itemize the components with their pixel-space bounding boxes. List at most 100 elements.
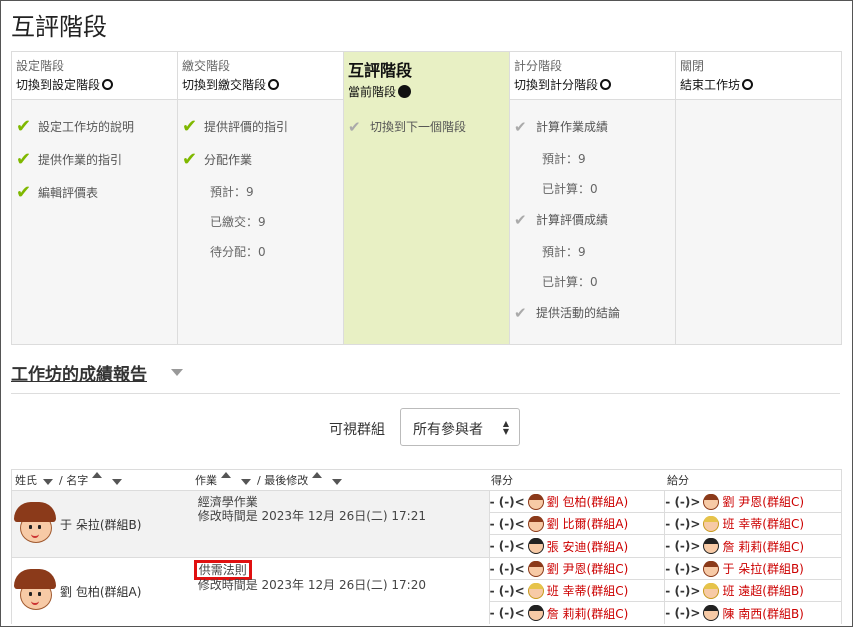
avatar xyxy=(14,502,56,543)
reviewer-link[interactable]: 詹 莉莉(群組C) xyxy=(547,605,629,622)
avatar xyxy=(703,582,720,599)
received-grade: - (-)< 劉 包柏(群組A) xyxy=(489,491,665,513)
reviewer-link[interactable]: 劉 尹恩(群組C) xyxy=(547,560,629,577)
sort-firstname[interactable]: / 名字 xyxy=(59,474,88,487)
task-detail: 預計：9 xyxy=(542,151,586,166)
avatar xyxy=(527,493,544,510)
check-icon: ✔ xyxy=(16,149,32,170)
sort-modified[interactable]: / 最後修改 xyxy=(257,474,308,487)
reviewer-link[interactable]: 劉 比爾(群組A) xyxy=(547,515,628,532)
switch-circle-icon[interactable] xyxy=(742,79,754,90)
avatar xyxy=(527,560,544,577)
avatar xyxy=(14,569,56,610)
task-detail: 預計：9 xyxy=(542,244,586,259)
switch-circle-icon[interactable] xyxy=(102,79,114,90)
task-detail: 已繳交：9 xyxy=(210,214,266,229)
check-icon: ✔ xyxy=(16,116,32,137)
current-phase-indicator: 當前階段 xyxy=(348,83,505,100)
task-detail: 待分配：0 xyxy=(210,244,266,259)
participant-name: 于 朵拉(群組B) xyxy=(60,517,142,532)
task-item[interactable]: ✔ 設定工作坊的說明 xyxy=(16,110,173,143)
pending-check-icon: ✔ xyxy=(514,117,527,136)
phase-submission: 繳交階段 切換到繳交階段 ✔ 提供評價的指引 ✔ 分配作業 預計：9 已繳交：9 待… xyxy=(178,52,344,344)
task-item[interactable]: ✔ 編輯評價表 xyxy=(16,176,173,209)
switch-next-phase-task[interactable]: ✔ 切換到下一個階段 xyxy=(348,110,505,143)
sort-asc-icon[interactable] xyxy=(312,472,323,478)
phase-assessment: 互評階段 當前階段 ✔ 切換到下一個階段 xyxy=(344,52,510,344)
task-item[interactable]: ✔ 計算評價成績 xyxy=(514,203,671,236)
grades-report-toggle[interactable]: 工作坊的成績報告 xyxy=(11,360,147,385)
collapse-caret-icon[interactable] xyxy=(171,369,183,376)
phase-name: 關閉 xyxy=(680,59,705,73)
phase-grading: 計分階段 切換到計分階段 ✔ 計算作業成績 預計：9 已計算：0 ✔ 計算評價成績 … xyxy=(510,52,676,344)
task-item[interactable]: ✔ 提供評價的指引 xyxy=(182,110,339,143)
submission-time: 修改時間是 2023年 12月 26日(二) 17:20 xyxy=(197,578,426,592)
avatar xyxy=(527,582,544,599)
given-grade: - (-)> 劉 尹恩(群組C) xyxy=(665,491,841,513)
participant-name: 劉 包柏(群組A) xyxy=(60,584,142,599)
check-icon: ✔ xyxy=(16,182,32,203)
task-item[interactable]: ✔ 分配作業 xyxy=(182,143,339,176)
close-workshop-link[interactable]: 結束工作坊 xyxy=(680,76,837,93)
sort-lastname[interactable]: 姓氏 xyxy=(15,474,37,487)
task-detail: 已計算：0 xyxy=(542,274,598,289)
sort-desc-icon[interactable] xyxy=(241,479,251,485)
phase-name: 繳交階段 xyxy=(182,59,231,73)
sort-desc-icon[interactable] xyxy=(43,479,53,485)
sort-asc-icon[interactable] xyxy=(92,472,103,478)
task-item[interactable]: ✔ 提供活動的結論 xyxy=(514,296,671,329)
received-grade: - (-)< 張 安迪(群組A) xyxy=(489,535,665,557)
visible-groups-label: 可視群組 xyxy=(329,422,385,438)
reviewee-link[interactable]: 陳 南西(群組B) xyxy=(722,605,803,622)
task-detail: 預計：9 xyxy=(210,184,254,199)
reviewee-link[interactable]: 班 幸蒂(群組C) xyxy=(722,515,804,532)
reviewer-link[interactable]: 劉 包柏(群組A) xyxy=(547,493,628,510)
reviewer-link[interactable]: 張 安迪(群組A) xyxy=(547,538,628,555)
sort-desc-icon[interactable] xyxy=(112,479,123,485)
group-select[interactable]: 所有參與者 ▲ ▼ xyxy=(400,408,520,446)
given-grade: - (-)> 班 幸蒂(群組C) xyxy=(665,513,841,535)
grades-table: 姓氏 / 名字 作業 / 最後修改 得分 給分 于 朵拉(群組B) 經濟學作業 修改… xyxy=(11,469,842,624)
switch-circle-icon[interactable] xyxy=(600,79,612,90)
pending-check-icon: ✔ xyxy=(514,303,527,322)
check-icon: ✔ xyxy=(182,116,198,137)
page-frame: 互評階段 設定階段 切換到設定階段 ✔ 設定工作坊的說明 ✔ 提供作業的指引 ✔ 編輯… xyxy=(0,0,853,627)
select-arrows-icon: ▲ ▼ xyxy=(502,419,509,436)
received-grade: - (-)< 詹 莉莉(群組C) xyxy=(489,602,665,624)
table-row: 于 朵拉(群組B) 經濟學作業 修改時間是 2023年 12月 26日(二) 1… xyxy=(12,491,841,558)
reviewer-link[interactable]: 班 幸蒂(群組C) xyxy=(547,582,629,599)
switch-to-grading-link[interactable]: 切換到計分階段 xyxy=(514,76,671,93)
avatar xyxy=(703,538,720,554)
workflow-phases: 設定階段 切換到設定階段 ✔ 設定工作坊的說明 ✔ 提供作業的指引 ✔ 編輯評價表 繳… xyxy=(11,51,842,345)
reviewee-link[interactable]: 班 遠超(群組B) xyxy=(722,582,803,599)
table-header: 姓氏 / 名字 作業 / 最後修改 得分 給分 xyxy=(12,470,841,491)
sort-submission[interactable]: 作業 xyxy=(195,474,217,487)
switch-circle-icon[interactable] xyxy=(268,79,280,90)
reviewee-link[interactable]: 劉 尹恩(群組C) xyxy=(722,493,804,510)
submission-link[interactable]: 經濟學作業 xyxy=(198,495,489,509)
reviewee-link[interactable]: 于 朵拉(群組B) xyxy=(722,560,803,577)
phase-name: 計分階段 xyxy=(514,59,563,73)
sort-desc-icon[interactable] xyxy=(332,479,343,485)
task-item[interactable]: ✔ 提供作業的指引 xyxy=(16,143,173,176)
switch-to-setup-link[interactable]: 切換到設定階段 xyxy=(16,76,173,93)
phase-name: 設定階段 xyxy=(16,59,65,73)
submission-link[interactable]: 供需法則 xyxy=(193,560,252,580)
reviewee-link[interactable]: 詹 莉莉(群組C) xyxy=(722,538,804,555)
received-grade: - (-)< 劉 尹恩(群組C) xyxy=(489,558,665,580)
check-icon: ✔ xyxy=(182,149,198,170)
avatar xyxy=(703,515,720,532)
table-row: 劉 包柏(群組A) 供需法則 修改時間是 2023年 12月 26日(二) 17… xyxy=(12,558,841,624)
avatar xyxy=(703,605,720,621)
received-grades-header: 得分 xyxy=(491,474,513,487)
given-grade: - (-)> 于 朵拉(群組B) xyxy=(665,558,841,580)
avatar xyxy=(527,515,544,532)
task-detail: 已計算：0 xyxy=(542,181,598,196)
given-grade: - (-)> 詹 莉莉(群組C) xyxy=(665,535,841,557)
page-title: 互評階段 xyxy=(11,13,107,41)
sort-asc-icon[interactable] xyxy=(221,472,231,478)
switch-to-submission-link[interactable]: 切換到繳交階段 xyxy=(182,76,339,93)
task-item[interactable]: ✔ 計算作業成績 xyxy=(514,110,671,143)
phase-closed: 關閉 結束工作坊 xyxy=(676,52,841,344)
avatar xyxy=(703,560,720,577)
